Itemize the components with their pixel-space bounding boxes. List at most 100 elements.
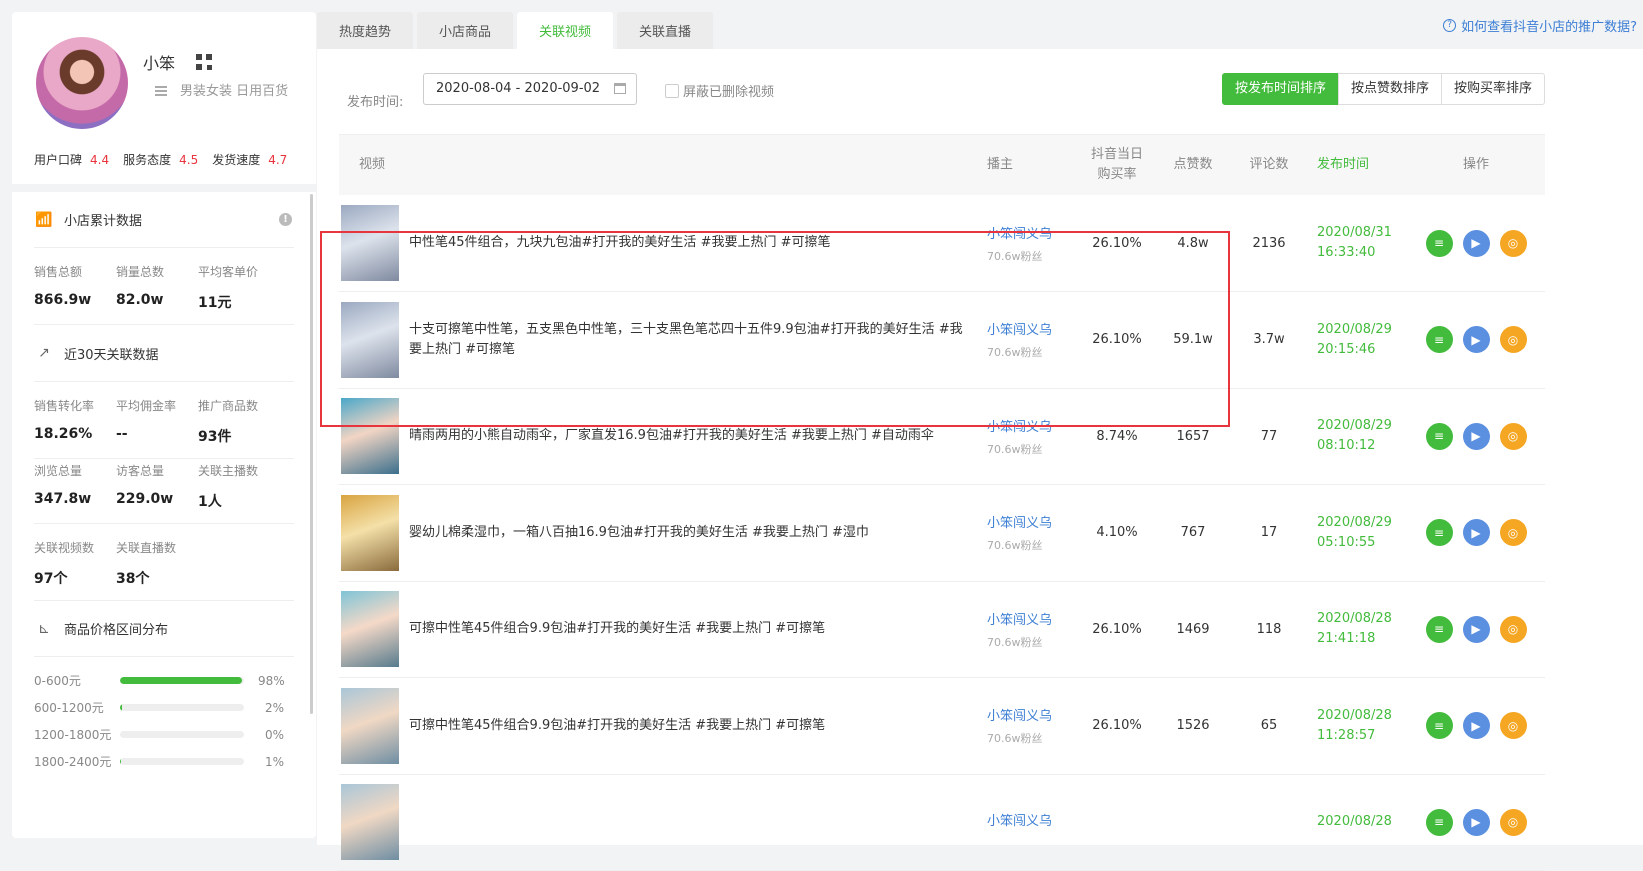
target-icon[interactable]: ◎ <box>1499 712 1527 740</box>
shop-profile: 小笨 男装女装 日用百货 用户口碑 4.4 服务态度 4.5 发货速度 4.7 <box>12 12 316 192</box>
detail-icon[interactable]: ≡ <box>1425 615 1453 643</box>
video-thumbnail[interactable] <box>341 494 399 571</box>
video-title[interactable]: 中性笔45件组合，九块九包油#打开我的美好生活 #我要上热门 #可擦笔 <box>409 233 975 253</box>
stat-item: 访客总量 229.0w <box>116 464 174 507</box>
stat-item: 关联直播数 38个 <box>116 541 177 587</box>
host-name-link[interactable]: 小笨闯义乌 <box>987 319 1079 338</box>
play-icon[interactable]: ▶ <box>1462 422 1490 450</box>
col-actions: 操作 <box>1462 157 1489 172</box>
host-name-link[interactable]: 小笨闯义乌 <box>987 512 1079 531</box>
video-thumbnail[interactable] <box>341 205 399 281</box>
hide-deleted-checkbox[interactable]: 屏蔽已删除视频 <box>665 81 774 100</box>
comments-count: 3.7w <box>1253 332 1285 348</box>
shop-name: 小笨 <box>143 54 176 73</box>
host-name-link[interactable]: 小笨闯义乌 <box>987 810 1079 829</box>
video-title[interactable]: 晴雨两用的小熊自动雨伞，厂家直发16.9包油#打开我的美好生活 #我要上热门 #… <box>409 426 975 446</box>
detail-icon[interactable]: ≡ <box>1425 519 1453 547</box>
table-row[interactable]: 中性笔45件组合，九块九包油#打开我的美好生活 #我要上热门 #可擦笔 小笨闯义… <box>339 195 1545 292</box>
row-actions: ≡ ▶ ◎ <box>1407 229 1545 257</box>
shop-ratings: 用户口碑 4.4 服务态度 4.5 发货速度 4.7 <box>34 151 287 168</box>
play-icon[interactable]: ▶ <box>1462 808 1490 836</box>
video-title[interactable]: 婴幼儿棉柔湿巾，一箱八百抽16.9包油#打开我的美好生活 #我要上热门 #湿巾 <box>409 523 975 543</box>
detail-icon[interactable]: ≡ <box>1425 422 1453 450</box>
qrcode-icon[interactable] <box>196 54 212 70</box>
likes-count: 1469 <box>1176 621 1210 637</box>
target-icon[interactable]: ◎ <box>1499 519 1527 547</box>
tab-trend[interactable]: 热度趋势 <box>317 12 414 49</box>
video-thumbnail[interactable] <box>341 591 399 668</box>
section-title: ↗ 近30天关联数据 <box>34 325 294 381</box>
tab-videos[interactable]: 关联视频 <box>517 12 614 49</box>
checkbox-box[interactable] <box>665 83 679 98</box>
avatar <box>36 37 128 129</box>
likes-count: 1657 <box>1176 428 1210 444</box>
comments-count: 118 <box>1256 621 1282 637</box>
host-fans: 70.6w粉丝 <box>987 539 1043 553</box>
play-icon[interactable]: ▶ <box>1462 712 1490 740</box>
price-distribution: 0-600元 98% 600-1200元 2% 1200-1800元 0% 1800-… <box>34 657 294 775</box>
date-range-picker[interactable]: 2020-08-04 - 2020-09-02 <box>423 73 637 105</box>
price-range-row: 600-1200元 2% <box>34 700 284 716</box>
target-icon[interactable]: ◎ <box>1499 422 1527 450</box>
detail-icon[interactable]: ≡ <box>1425 326 1453 354</box>
play-icon[interactable]: ▶ <box>1462 326 1490 354</box>
likes-count: 59.1w <box>1173 332 1213 348</box>
video-thumbnail[interactable] <box>341 687 399 764</box>
host-fans: 70.6w粉丝 <box>987 442 1043 456</box>
cumulative-section: 📶 小店累计数据 ! 销售总额 866.9w 销量总数 82.0w 平均客单价 11元… <box>12 192 316 775</box>
col-purchase-rate[interactable]: 抖音当日 购买率 <box>1079 135 1155 195</box>
video-title[interactable]: 可擦中性笔45件组合9.9包油#打开我的美好生活 #我要上热门 #可擦笔 <box>409 716 975 736</box>
shop-category: 男装女装 日用百货 <box>180 84 289 99</box>
price-bar <box>120 704 244 711</box>
col-publish-time[interactable]: 发布时间 <box>1307 135 1407 195</box>
video-title[interactable]: 十支可擦笔中性笔，五支黑色中性笔，三十支黑色笔芯四十五件9.9包油#打开我的美好… <box>409 320 975 360</box>
likes-count: 4.8w <box>1177 235 1209 251</box>
help-link[interactable]: ? 如何查看抖音小店的推广数据? <box>1443 16 1637 35</box>
table-row[interactable]: 小笨闯义乌 2020/08/28 ≡ ▶ ◎ <box>339 774 1545 871</box>
stats-row: 销售总额 866.9w 销量总数 82.0w 平均客单价 11元 <box>34 248 294 325</box>
price-range-row: 1200-1800元 0% <box>34 727 284 743</box>
sort-by-time-button[interactable]: 按发布时间排序 <box>1221 73 1339 105</box>
sort-by-purchase-rate-button[interactable]: 按购买率排序 <box>1440 73 1545 105</box>
stat-item: 平均佣金率 -- <box>116 399 177 442</box>
host-name-link[interactable]: 小笨闯义乌 <box>987 609 1079 628</box>
table-row[interactable]: 十支可擦笔中性笔，五支黑色中性笔，三十支黑色笔芯四十五件9.9包油#打开我的美好… <box>339 292 1545 388</box>
play-icon[interactable]: ▶ <box>1462 519 1490 547</box>
sidebar-scrollbar[interactable] <box>310 194 313 714</box>
video-thumbnail[interactable] <box>341 398 399 475</box>
detail-icon[interactable]: ≡ <box>1425 712 1453 740</box>
price-bar <box>120 758 244 765</box>
video-thumbnail[interactable] <box>341 301 399 378</box>
play-icon[interactable]: ▶ <box>1462 229 1490 257</box>
col-likes[interactable]: 点赞数 <box>1155 135 1231 195</box>
table-row[interactable]: 可擦中性笔45件组合9.9包油#打开我的美好生活 #我要上热门 #可擦笔 小笨闯… <box>339 678 1545 774</box>
row-actions: ≡ ▶ ◎ <box>1407 326 1545 354</box>
detail-icon[interactable]: ≡ <box>1425 229 1453 257</box>
col-comments[interactable]: 评论数 <box>1231 135 1307 195</box>
target-icon[interactable]: ◎ <box>1499 808 1527 836</box>
table-row[interactable]: 婴幼儿棉柔湿巾，一箱八百抽16.9包油#打开我的美好生活 #我要上热门 #湿巾 … <box>339 485 1545 581</box>
videos-panel: 发布时间: 2020-08-04 - 2020-09-02 屏蔽已删除视频 按发… <box>317 49 1643 871</box>
table-row[interactable]: 晴雨两用的小熊自动雨伞，厂家直发16.9包油#打开我的美好生活 #我要上热门 #… <box>339 388 1545 485</box>
host-name-link[interactable]: 小笨闯义乌 <box>987 705 1079 724</box>
info-icon[interactable]: ! <box>279 213 292 226</box>
target-icon[interactable]: ◎ <box>1499 615 1527 643</box>
tab-live[interactable]: 关联直播 <box>617 12 714 49</box>
play-icon[interactable]: ▶ <box>1462 615 1490 643</box>
detail-icon[interactable]: ≡ <box>1425 808 1453 836</box>
target-icon[interactable]: ◎ <box>1499 229 1527 257</box>
video-title[interactable]: 可擦中性笔45件组合9.9包油#打开我的美好生活 #我要上热门 #可擦笔 <box>409 619 975 639</box>
host-name-link[interactable]: 小笨闯义乌 <box>987 416 1079 435</box>
comments-count: 77 <box>1260 428 1278 444</box>
target-icon[interactable]: ◎ <box>1499 326 1527 354</box>
table-row[interactable]: 可擦中性笔45件组合9.9包油#打开我的美好生活 #我要上热门 #可擦笔 小笨闯… <box>339 581 1545 678</box>
host-fans: 70.6w粉丝 <box>987 732 1043 746</box>
publish-time: 2020/08/29 08:10:12 <box>1317 418 1392 454</box>
host-fans: 70.6w粉丝 <box>987 249 1043 263</box>
tab-products[interactable]: 小店商品 <box>417 12 514 49</box>
bar-chart-icon: ⊾ <box>38 620 50 637</box>
stat-item: 关联主播数 1人 <box>198 464 259 510</box>
video-thumbnail[interactable] <box>341 784 399 861</box>
host-name-link[interactable]: 小笨闯义乌 <box>987 223 1079 242</box>
sort-by-likes-button[interactable]: 按点赞数排序 <box>1337 73 1442 105</box>
